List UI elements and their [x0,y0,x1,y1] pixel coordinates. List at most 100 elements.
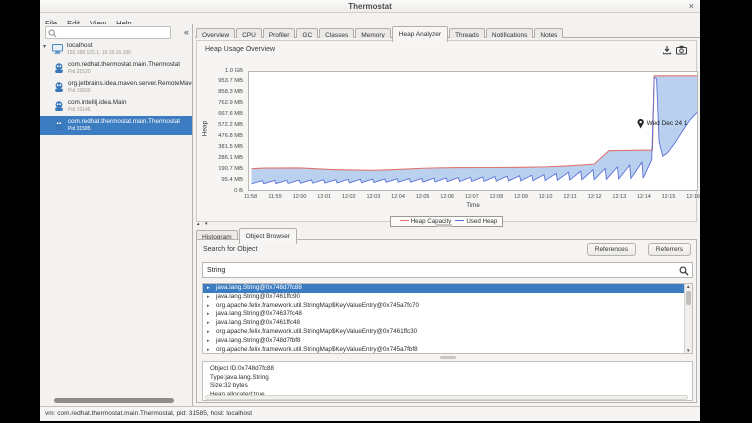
sidebar-item-vm-1[interactable]: org.jetbrains.idea.maven.server.RemoteMa… [40,78,192,97]
details-splitter-grip[interactable] [440,356,456,359]
object-list: ▸java.lang.String@0x748d7fc88▸java.lang.… [202,283,693,354]
vm-icon [53,62,65,74]
camera-icon[interactable] [676,45,687,55]
heap-usage-panel: Heap Usage Overview Heap Wed Dec 24 1 Ti… [196,40,697,222]
object-browser-hscrollbar[interactable] [205,395,688,400]
object-row-3[interactable]: ▸ java.lang.String@0x74637fc48 [203,310,692,319]
detail-line: Object ID:0x748d7fc88 [210,365,692,374]
sidebar-hscrollbar-thumb[interactable] [54,398,174,403]
vm-name: org.jetbrains.idea.maven.server.RemoteMa… [68,80,192,87]
svg-text:Wed Dec 24 1: Wed Dec 24 1 [647,120,688,127]
object-label: org.apache.felix.framework.util.StringMa… [216,346,418,353]
heap-chart: Wed Dec 24 1 [248,71,698,191]
object-list-vscrollbar[interactable]: ▲ ▼ [684,284,692,353]
sidebar-collapse-button[interactable]: « [184,25,189,39]
tab-object-browser[interactable]: Object Browser [239,228,297,244]
menu-bar: FileEditViewHelp [40,13,700,24]
y-tick: 667.6 MB [197,111,243,117]
object-label: java.lang.String@0x748d7fc88 [216,284,302,291]
expand-icon[interactable]: ▸ [207,302,210,311]
object-row-2[interactable]: ▸ org.apache.felix.framework.util.StringM… [203,302,692,311]
heap-analyzer-view: Heap Usage Overview Heap Wed Dec 24 1 Ti… [193,38,700,406]
object-row-5[interactable]: ▸ org.apache.felix.framework.util.StringM… [203,328,692,337]
close-icon[interactable]: × [689,0,694,12]
y-tick: 1.0 GB [197,68,243,74]
sidebar-item-vm-0[interactable]: com.redhat.thermostat.main.ThermostatPid… [40,59,192,78]
expand-icon[interactable]: ▸ [207,337,210,346]
chevron-down-icon[interactable]: ▾ [43,43,46,50]
vm-pid: Pid 31520 [68,69,91,75]
x-tick: 12:16 [678,194,708,200]
object-browser-tab-bar: HistogramObject Browser [195,226,297,239]
app-window: Thermostat × FileEditViewHelp « ▾ localh… [40,0,700,421]
host-detail: 192.168.122.1; 10.15.16.190 [67,50,131,56]
object-row-0[interactable]: ▸ java.lang.String@0x748d7fc88 [203,284,692,293]
vm-name: com.redhat.thermostat.main.Thermostat [68,61,180,68]
computer-icon [52,44,63,54]
object-rows: ▸java.lang.String@0x748d7fc88▸java.lang.… [203,284,692,354]
expand-icon[interactable]: ▸ [207,284,210,293]
y-tick: 381.5 MB [197,144,243,150]
search-icon [48,29,57,38]
expand-icon[interactable]: ▸ [207,310,210,319]
heap-dump-download-icon[interactable] [662,45,672,55]
vm-pid: Pid 19500 [68,88,91,94]
y-tick: 95.4 MB [197,177,243,183]
vm-icon [53,119,65,131]
y-tick: 0 B [197,188,243,194]
main-area: OverviewCPUProfilerGCClassesMemoryHeap A… [193,24,700,406]
object-browser-panel: Search for Object References Referrers S… [196,239,697,403]
y-tick: 953.7 MB [197,78,243,84]
scroll-down-icon[interactable]: ▼ [686,348,690,353]
host-name: localhost [67,42,93,49]
object-row-4[interactable]: ▸java.lang.String@0x7461ffc48 [203,319,692,328]
object-row-6[interactable]: ▸ java.lang.String@0x748d7fbf8 [203,337,692,346]
scroll-up-icon[interactable]: ▲ [686,284,690,289]
vm-pid: Pid 31585 [68,126,91,132]
detail-line: Type:java.lang.String [210,374,692,383]
splitter-grip[interactable] [436,224,452,227]
heap-chart-svg: Wed Dec 24 1 [249,72,697,190]
y-tick: 762.9 MB [197,100,243,106]
expand-icon[interactable]: ▸ [207,319,210,328]
vm-icon [53,100,65,112]
status-text: vm: com.redhat.thermostat.main.Thermosta… [45,410,252,417]
search-icon[interactable] [679,266,689,276]
object-label: java.lang.String@0x74637fc48 [216,310,302,317]
y-tick: 858.3 MB [197,89,243,95]
title-bar[interactable]: Thermostat × [40,0,700,13]
object-search-input[interactable]: String [202,262,693,278]
scrollbar-thumb[interactable] [686,291,691,305]
references-button[interactable]: References [587,243,636,256]
chart-x-axis-label: Time [458,202,488,209]
sidebar-item-host[interactable]: ▾ localhost 192.168.122.1; 10.15.16.190 [40,42,192,59]
object-label: java.lang.String@0x748d7fbf8 [216,337,300,344]
sidebar-item-vm-3[interactable]: com.redhat.thermostat.main.ThermostatPid… [40,116,192,135]
object-row-7[interactable]: ▸ org.apache.felix.framework.util.StringM… [203,346,692,354]
referrers-button[interactable]: Referrers [648,243,691,256]
vm-list: com.redhat.thermostat.main.ThermostatPid… [40,59,192,135]
expand-icon[interactable]: ▸ [207,293,210,302]
expand-icon[interactable]: ▸ [207,328,210,337]
y-tick: 190.7 MB [197,166,243,172]
vm-pid: Pid 19146 [68,107,91,113]
status-bar: vm: com.redhat.thermostat.main.Thermosta… [40,406,700,421]
vm-name: com.redhat.thermostat.main.Thermostat [68,118,180,125]
search-for-object-label: Search for Object [203,246,257,253]
object-label: org.apache.felix.framework.util.StringMa… [216,328,417,335]
object-label: java.lang.String@0x7461ffc90 [216,293,300,300]
object-row-1[interactable]: ▸ java.lang.String@0x7461ffc90 [203,293,692,302]
y-tick: 572.2 MB [197,122,243,128]
vm-icon [53,81,65,93]
expand-icon[interactable]: ▸ [207,346,210,354]
tab-heap-analyzer[interactable]: Heap Analyzer [392,26,448,42]
heap-panel-title: Heap Usage Overview [205,46,275,53]
sidebar-search-input[interactable] [45,26,171,39]
tab-bar: OverviewCPUProfilerGCClassesMemoryHeap A… [195,24,700,38]
sidebar-item-vm-2[interactable]: com.intellij.idea.MainPid 19146 [40,97,192,116]
object-label: org.apache.felix.framework.util.StringMa… [216,302,419,309]
detail-line: Size:32 bytes [210,382,692,391]
y-tick: 286.1 MB [197,155,243,161]
y-tick: 476.8 MB [197,133,243,139]
window-title: Thermostat [348,2,392,11]
